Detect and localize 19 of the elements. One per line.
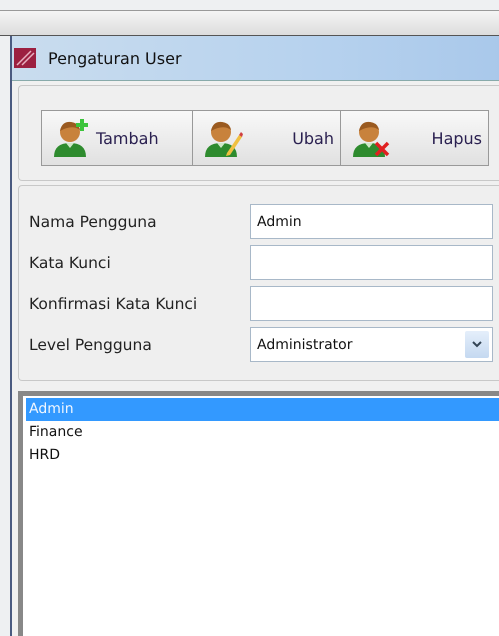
user-pencil-icon [203,119,243,157]
password-field[interactable] [250,245,493,280]
app-logo-icon [14,48,36,68]
dropdown-button[interactable] [465,331,489,358]
field-label: Level Pengguna [29,336,153,354]
input-field[interactable]: Admin [250,204,493,239]
field-label: Kata Kunci [29,254,112,272]
field-label: Konfirmasi Kata Kunci [29,294,198,312]
user-cross-icon [351,119,391,157]
field-label: Nama Pengguna [29,212,158,230]
window-title: Pengaturan User [48,48,182,68]
user-list-item[interactable]: HRD [26,444,499,467]
level-dropdown[interactable]: Administrator [250,327,493,362]
user-list-item[interactable]: Finance [26,421,499,444]
toolbar-button[interactable]: Tambah [41,110,193,166]
password-field[interactable] [250,286,493,321]
toolbar-button[interactable]: Ubah [192,110,341,166]
toolbar-button[interactable]: Hapus [340,110,489,166]
chevron-down-icon [472,341,482,348]
